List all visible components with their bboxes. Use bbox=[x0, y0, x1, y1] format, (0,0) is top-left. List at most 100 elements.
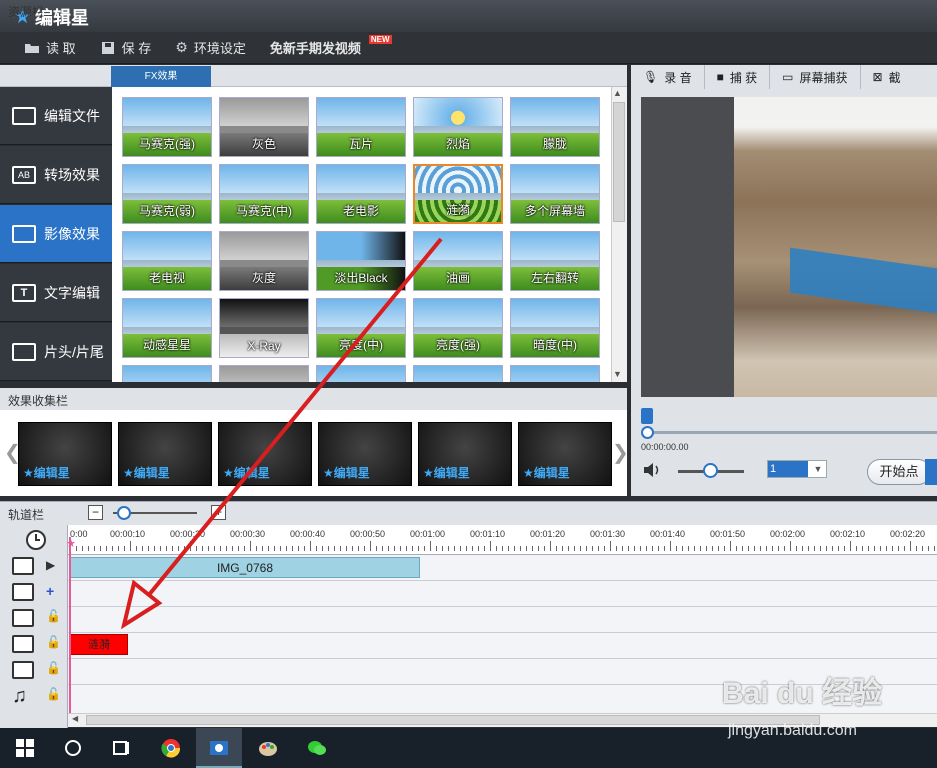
task-view-icon[interactable] bbox=[110, 738, 132, 758]
chrome-icon[interactable] bbox=[160, 738, 182, 758]
windows-start-icon[interactable] bbox=[14, 738, 36, 758]
zoom-knob[interactable] bbox=[117, 506, 131, 520]
wechat-icon[interactable] bbox=[306, 738, 328, 758]
effect-label: 暗度(中) bbox=[533, 338, 577, 352]
effect-thumb[interactable]: 左右翻转 bbox=[510, 231, 600, 291]
video-clip[interactable]: IMG_0768 bbox=[70, 557, 420, 578]
collection-item[interactable]: ★编辑星 bbox=[118, 422, 212, 486]
effect-thumb[interactable]: 亮度(强) bbox=[413, 298, 503, 358]
effect-thumb[interactable]: X-Ray bbox=[219, 298, 309, 358]
effect-thumb[interactable] bbox=[413, 365, 503, 382]
speed-value[interactable]: 1 bbox=[768, 461, 808, 477]
collection-item[interactable]: ★编辑星 bbox=[18, 422, 112, 486]
open-menu[interactable]: 读 取 bbox=[24, 38, 76, 57]
sidebar-item-intro-outro[interactable]: 片头/片尾 bbox=[0, 323, 112, 381]
collection-item[interactable]: ★编辑星 bbox=[518, 422, 612, 486]
scroll-down-icon[interactable]: ▼ bbox=[613, 369, 622, 379]
effect-thumb[interactable]: 朦胧 bbox=[510, 97, 600, 157]
effect-thumb[interactable]: 老电影 bbox=[316, 164, 406, 224]
effect-thumb[interactable]: 马赛克(弱) bbox=[122, 164, 212, 224]
lock-icon[interactable]: 🔓 bbox=[46, 635, 61, 649]
video-menu[interactable]: 免新手期发视频 NEW bbox=[270, 35, 392, 57]
effect-thumb[interactable]: 动感星星 bbox=[122, 298, 212, 358]
film-icon bbox=[12, 106, 36, 125]
screenshot-button[interactable]: ⊠ 截 bbox=[861, 65, 913, 89]
ruler-tick bbox=[538, 546, 539, 551]
ruler-tick bbox=[382, 546, 383, 551]
collection-item[interactable]: ★编辑星 bbox=[318, 422, 412, 486]
ruler-tick bbox=[826, 546, 827, 551]
effect-thumb[interactable]: 老电视 bbox=[122, 231, 212, 291]
seek-knob[interactable] bbox=[641, 426, 654, 439]
volume-knob[interactable] bbox=[703, 463, 718, 478]
start-point-button[interactable]: 开始点 bbox=[867, 459, 931, 485]
ruler-tick bbox=[772, 546, 773, 551]
effect-thumb[interactable]: 马赛克(强) bbox=[122, 97, 212, 157]
chevron-down-icon[interactable]: ▼ bbox=[810, 461, 826, 477]
effect-thumb[interactable]: 多个屏幕墙 bbox=[510, 164, 600, 224]
collection-item[interactable]: ★编辑星 bbox=[218, 422, 312, 486]
image-effect-icon bbox=[12, 224, 36, 243]
timeline-scrollbar-thumb[interactable] bbox=[86, 715, 820, 725]
seek-marker[interactable] bbox=[641, 408, 653, 424]
effect-thumb[interactable]: 暗度(中) bbox=[510, 298, 600, 358]
effect-thumb[interactable]: 瓦片 bbox=[316, 97, 406, 157]
sidebar-item-image-effects[interactable]: 影像效果 bbox=[0, 205, 112, 263]
scroll-up-icon[interactable]: ▲ bbox=[613, 88, 622, 98]
paint-icon[interactable] bbox=[257, 738, 279, 758]
effect-thumb[interactable]: 亮度(中) bbox=[316, 298, 406, 358]
scrollbar-thumb[interactable] bbox=[613, 102, 625, 222]
collection-item-label: ★编辑星 bbox=[123, 466, 170, 480]
screen-capture-button[interactable]: ▭ 屏幕捕获 bbox=[770, 65, 861, 89]
collection-item[interactable]: ★编辑星 bbox=[418, 422, 512, 486]
effect-thumb[interactable] bbox=[122, 365, 212, 382]
ruler-tick bbox=[670, 541, 671, 551]
sidebar-item-edit-file[interactable]: 编辑文件 bbox=[0, 87, 112, 145]
save-menu[interactable]: 保 存 bbox=[100, 38, 151, 57]
video-editor-icon[interactable] bbox=[208, 738, 230, 758]
effect-thumb[interactable]: 油画 bbox=[413, 231, 503, 291]
lock-icon[interactable]: 🔓 bbox=[46, 687, 61, 701]
playhead-marker-icon[interactable]: ★ bbox=[66, 537, 76, 550]
record-audio-button[interactable]: 🎙 录 音 bbox=[631, 65, 705, 89]
end-point-button-edge[interactable] bbox=[925, 459, 937, 485]
lock-icon[interactable]: 🔓 bbox=[46, 609, 61, 623]
microphone-icon: 🎙 bbox=[643, 70, 659, 84]
lock-icon[interactable]: 🔓 bbox=[46, 661, 61, 675]
ruler-tick bbox=[658, 546, 659, 551]
effect-thumb[interactable] bbox=[316, 365, 406, 382]
add-icon[interactable]: + bbox=[46, 583, 54, 599]
tab-fx-effects[interactable]: FX效果 bbox=[111, 66, 211, 87]
volume-icon[interactable] bbox=[643, 462, 661, 478]
scroll-left-icon[interactable]: ◀ bbox=[72, 714, 78, 723]
ruler-tick bbox=[274, 546, 275, 551]
ruler-tick bbox=[790, 541, 791, 551]
sidebar-item-transitions[interactable]: AB 转场效果 bbox=[0, 146, 112, 204]
effect-thumb[interactable]: 灰度 bbox=[219, 231, 309, 291]
seek-bar[interactable] bbox=[645, 431, 937, 434]
ruler-tick bbox=[112, 546, 113, 551]
effect-thumb-selected[interactable]: 涟漪 bbox=[413, 164, 503, 224]
effect-thumb[interactable] bbox=[510, 365, 600, 382]
effect-thumb[interactable] bbox=[219, 365, 309, 382]
transition-track-icon bbox=[12, 609, 34, 627]
effect-thumb[interactable]: 马赛克(中) bbox=[219, 164, 309, 224]
zoom-out-button[interactable]: − bbox=[88, 505, 103, 520]
sidebar-item-text-edit[interactable]: T 文字编辑 bbox=[0, 264, 112, 322]
playhead[interactable] bbox=[69, 537, 71, 713]
ruler-tick bbox=[226, 546, 227, 551]
clock-icon[interactable] bbox=[25, 529, 47, 551]
search-circle-icon[interactable] bbox=[62, 738, 84, 758]
effect-thumb[interactable]: 淡出Black bbox=[316, 231, 406, 291]
ruler-tick bbox=[472, 546, 473, 551]
ruler-tick bbox=[856, 546, 857, 551]
fx-clip[interactable]: 涟漪 bbox=[70, 634, 128, 655]
ruler-tick-label: 00:01:50 bbox=[710, 529, 746, 539]
chevron-right-icon[interactable]: ❯ bbox=[612, 440, 629, 465]
zoom-in-button[interactable]: + bbox=[211, 505, 226, 520]
effect-thumb[interactable]: 烈焰 bbox=[413, 97, 503, 157]
settings-menu[interactable]: ⚙ 环境设定 bbox=[175, 38, 246, 57]
effect-thumb[interactable]: 灰色 bbox=[219, 97, 309, 157]
play-icon[interactable]: ▶ bbox=[46, 558, 55, 572]
capture-button[interactable]: ■ 捕 获 bbox=[705, 65, 771, 89]
